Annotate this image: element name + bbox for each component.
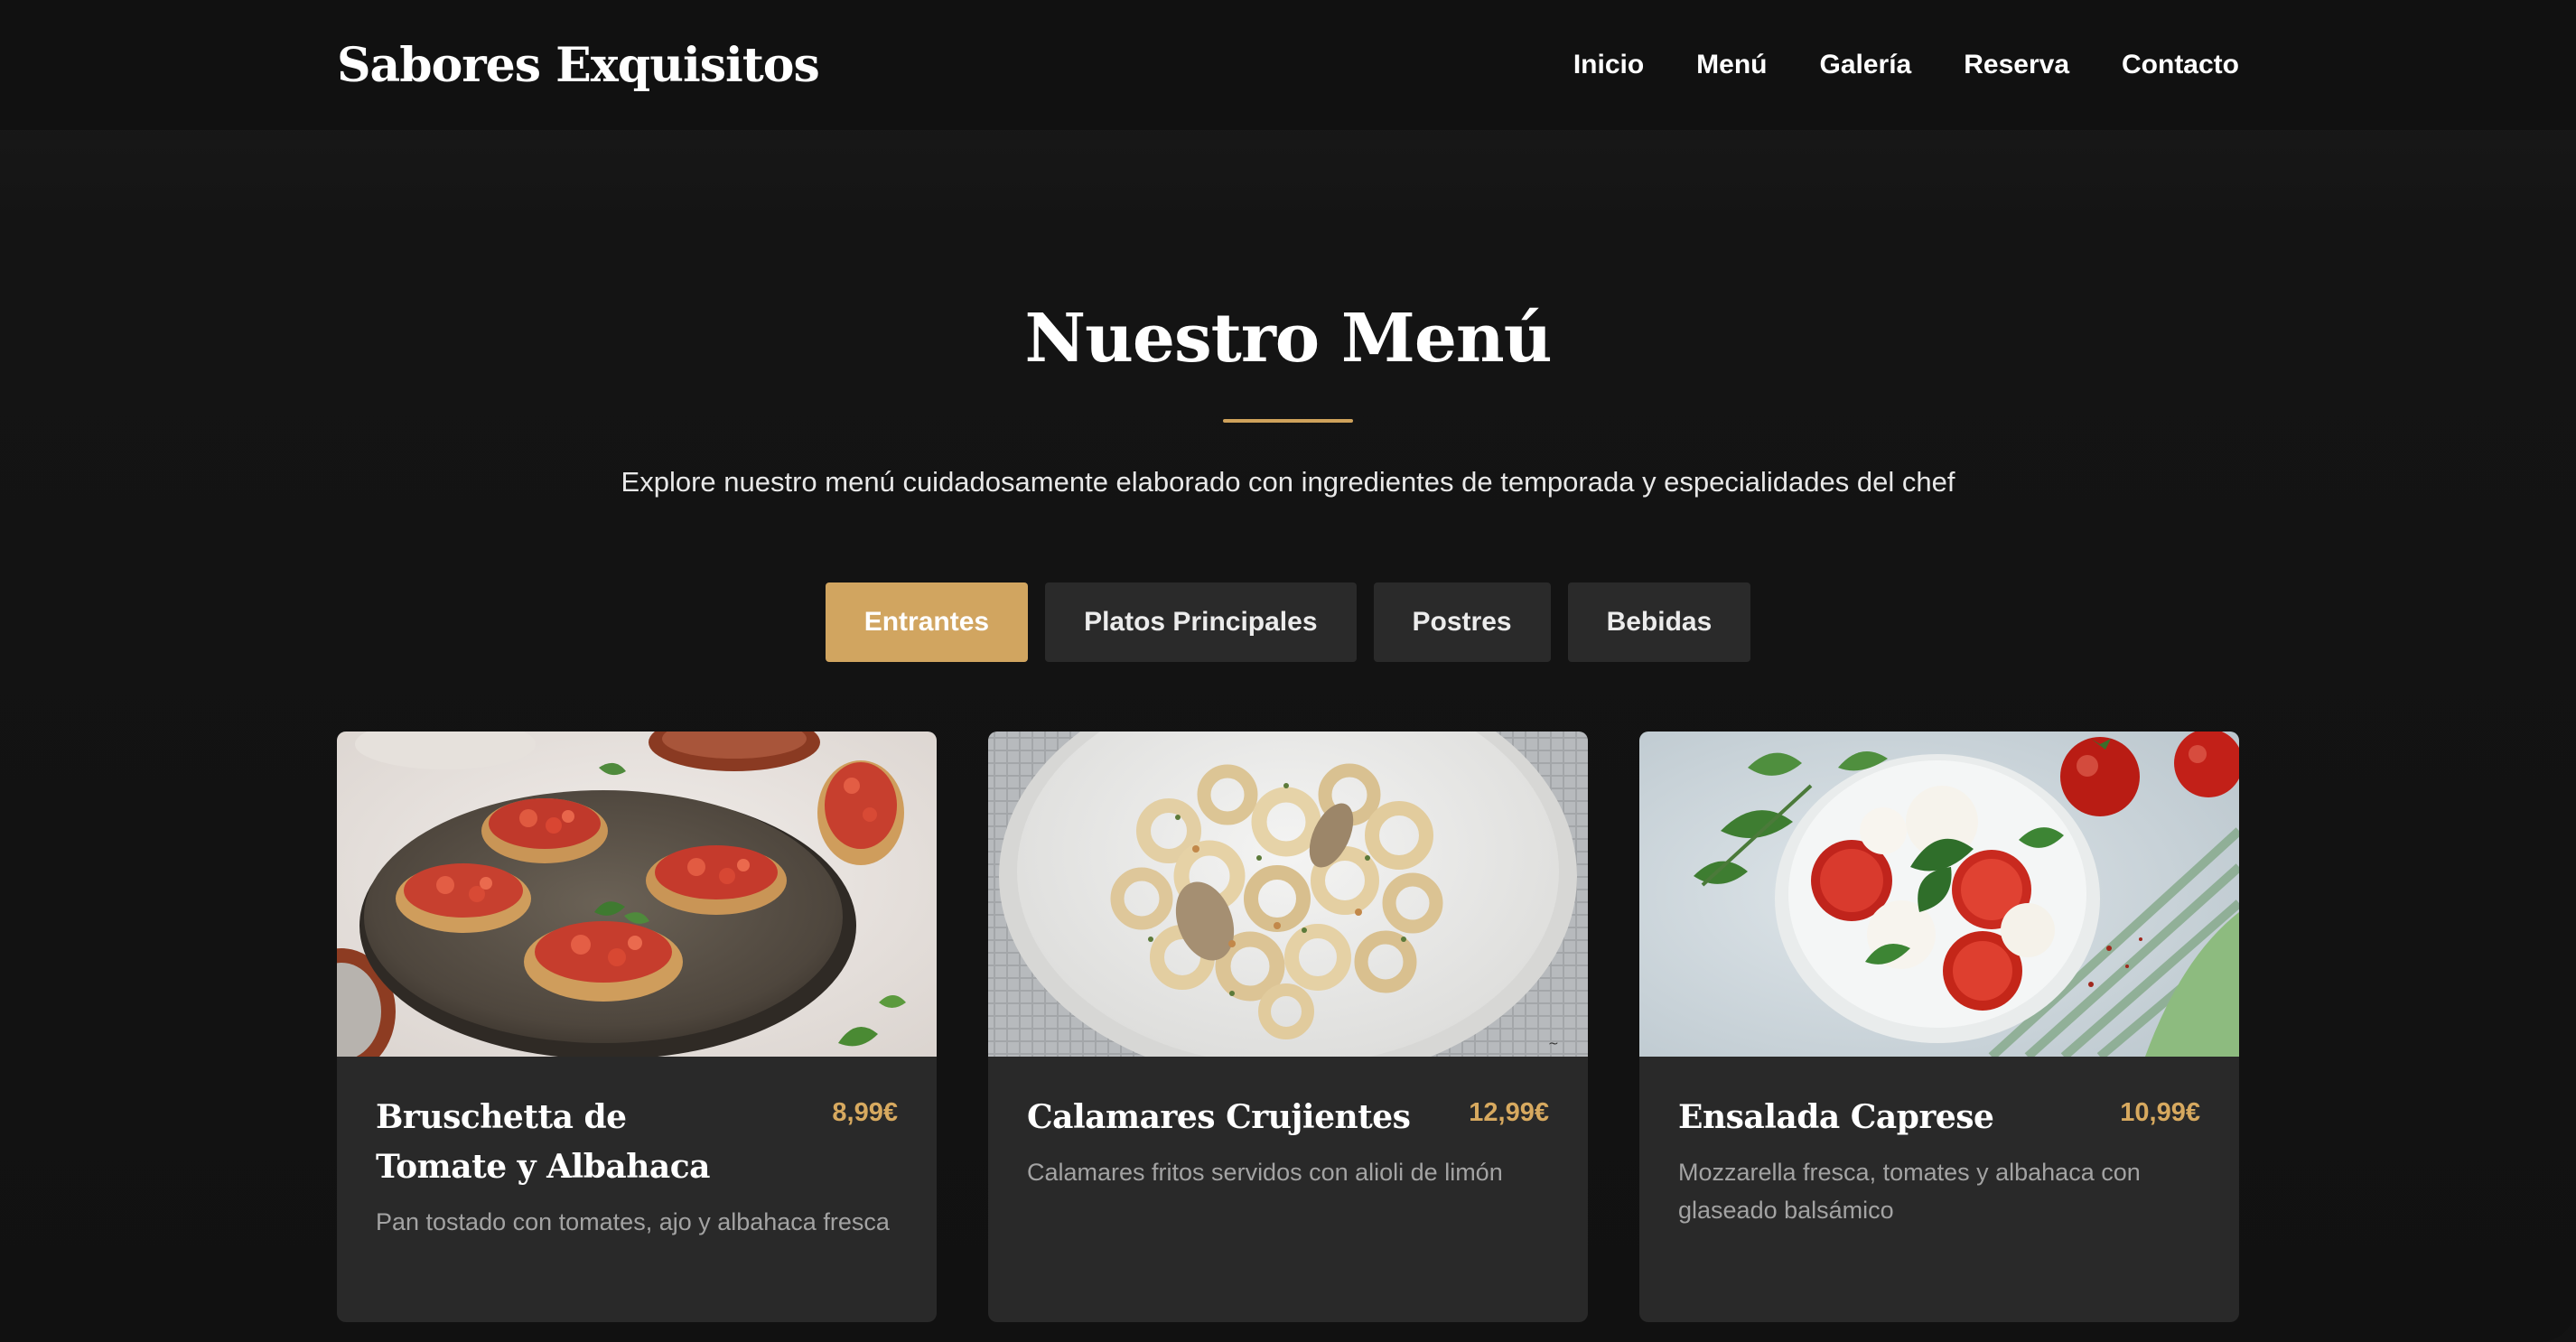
card-title: Bruschetta de Tomate y Albahaca bbox=[376, 1098, 710, 1186]
menu-cards: Bruschetta de Tomate y Albahaca 8,99€ Pa… bbox=[337, 732, 2239, 1322]
bruschetta-photo bbox=[337, 732, 937, 1057]
title-divider bbox=[1223, 419, 1353, 423]
card-title: Calamares Crujientes bbox=[1027, 1098, 1411, 1136]
nav-link-galeria[interactable]: Galería bbox=[1820, 50, 1912, 80]
tab-bebidas[interactable]: Bebidas bbox=[1567, 582, 1751, 662]
card-head: Ensalada Caprese 10,99€ bbox=[1678, 1093, 2200, 1142]
caprese-photo bbox=[1639, 732, 2239, 1057]
card-body: Ensalada Caprese 10,99€ Mozzarella fresc… bbox=[1678, 1093, 2200, 1229]
page: Sabores Exquisitos Inicio Menú Galería R… bbox=[0, 0, 2576, 1342]
tab-entrantes[interactable]: Entrantes bbox=[825, 582, 1029, 662]
nav-link-inicio[interactable]: Inicio bbox=[1573, 50, 1644, 80]
card-head: Bruschetta de Tomate y Albahaca 8,99€ bbox=[376, 1093, 898, 1192]
card-body: Calamares Crujientes 12,99€ Calamares fr… bbox=[1027, 1093, 1549, 1191]
card-price: 12,99€ bbox=[1469, 1098, 1549, 1127]
menu-card[interactable]: ~ Calamares Crujientes 12,99€ Calamares … bbox=[988, 732, 1588, 1322]
nav-link-contacto[interactable]: Contacto bbox=[2122, 50, 2239, 80]
section-title: Nuestro Menú bbox=[1024, 300, 1552, 377]
main-nav: Inicio Menú Galería Reserva Contacto bbox=[1573, 43, 2239, 87]
card-head: Calamares Crujientes 12,99€ bbox=[1027, 1093, 1549, 1142]
nav-link-reserva[interactable]: Reserva bbox=[1964, 50, 2069, 80]
nav-link-menu[interactable]: Menú bbox=[1696, 50, 1767, 80]
card-description: Mozzarella fresca, tomates y albahaca co… bbox=[1678, 1159, 2141, 1224]
card-price: 8,99€ bbox=[832, 1098, 898, 1127]
calamari-photo: ~ bbox=[988, 732, 1588, 1057]
card-price: 10,99€ bbox=[2120, 1098, 2200, 1127]
card-body: Bruschetta de Tomate y Albahaca 8,99€ Pa… bbox=[376, 1093, 898, 1241]
menu-category-tabs: Entrantes Platos Principales Postres Beb… bbox=[0, 582, 2576, 662]
site-header: Sabores Exquisitos Inicio Menú Galería R… bbox=[0, 0, 2576, 130]
menu-card[interactable]: Ensalada Caprese 10,99€ Mozzarella fresc… bbox=[1639, 732, 2239, 1322]
tab-platos-principales[interactable]: Platos Principales bbox=[1045, 582, 1357, 662]
card-title: Ensalada Caprese bbox=[1678, 1098, 1994, 1136]
svg-text:~: ~ bbox=[1548, 1037, 1559, 1051]
section-subtitle: Explore nuestro menú cuidadosamente elab… bbox=[621, 466, 1955, 498]
tab-postres[interactable]: Postres bbox=[1373, 582, 1551, 662]
card-description: Pan tostado con tomates, ajo y albahaca … bbox=[376, 1208, 890, 1235]
menu-card[interactable]: Bruschetta de Tomate y Albahaca 8,99€ Pa… bbox=[337, 732, 937, 1322]
brand-logo[interactable]: Sabores Exquisitos bbox=[337, 34, 820, 98]
card-description: Calamares fritos servidos con alioli de … bbox=[1027, 1159, 1503, 1186]
